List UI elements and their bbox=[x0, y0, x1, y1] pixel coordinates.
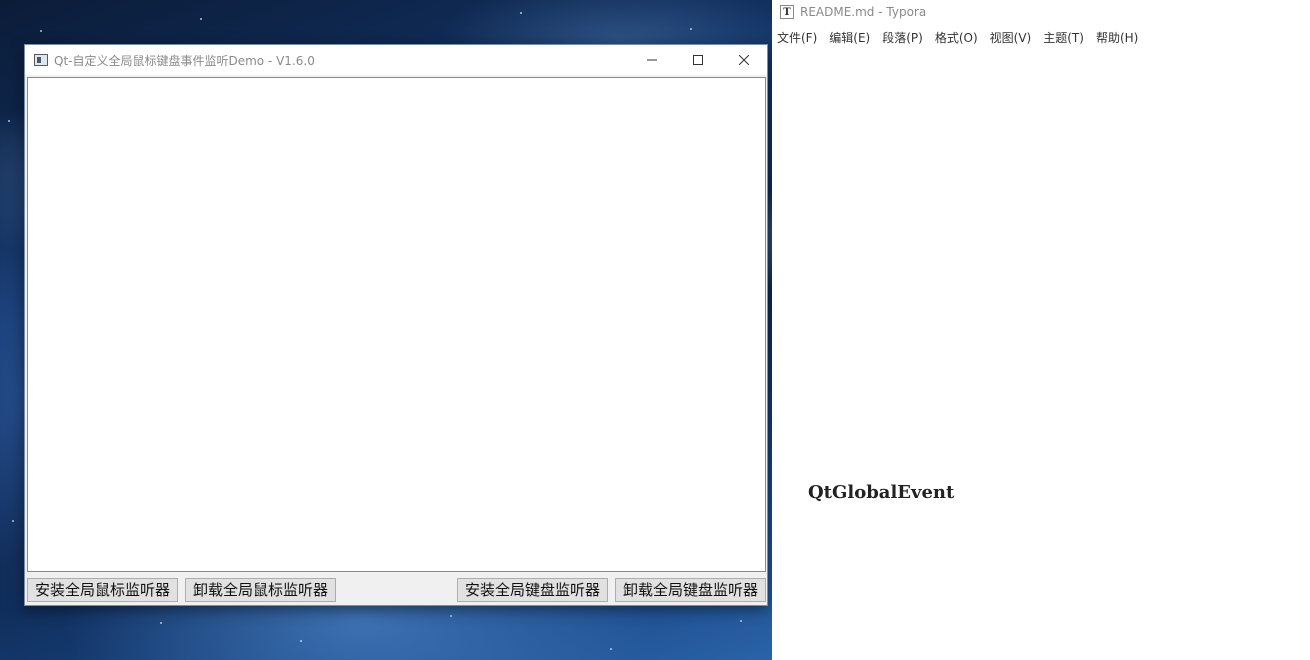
uninstall-keyboard-listener-button[interactable]: 卸载全局键盘监听器 bbox=[615, 578, 766, 602]
event-log-textarea[interactable] bbox=[27, 77, 766, 572]
qt-button-row: 安装全局鼠标监听器 卸载全局鼠标监听器 安装全局键盘监听器 卸载全局键盘监听器 bbox=[27, 578, 767, 604]
install-mouse-listener-button[interactable]: 安装全局鼠标监听器 bbox=[27, 578, 178, 602]
close-button[interactable] bbox=[721, 45, 767, 75]
typora-app-icon: T bbox=[780, 5, 794, 19]
uninstall-mouse-listener-button[interactable]: 卸载全局鼠标监听器 bbox=[185, 578, 336, 602]
typora-titlebar[interactable]: T README.md - Typora bbox=[772, 0, 1310, 24]
minimize-icon bbox=[647, 59, 657, 61]
qt-titlebar[interactable]: Qt-自定义全局鼠标键盘事件监听Demo - V1.6.0 bbox=[25, 45, 767, 75]
maximize-button[interactable] bbox=[675, 45, 721, 75]
document-heading[interactable]: QtGlobalEvent bbox=[808, 482, 954, 503]
menu-paragraph[interactable]: 段落(P) bbox=[882, 29, 923, 46]
menu-theme[interactable]: 主题(T) bbox=[1043, 29, 1084, 46]
typora-window-title: README.md - Typora bbox=[800, 5, 927, 19]
maximize-icon bbox=[693, 55, 703, 65]
install-keyboard-listener-button[interactable]: 安装全局键盘监听器 bbox=[457, 578, 608, 602]
typora-window: T README.md - Typora 文件(F) 编辑(E) 段落(P) 格… bbox=[772, 0, 1310, 660]
close-icon bbox=[739, 55, 749, 65]
typora-menubar: 文件(F) 编辑(E) 段落(P) 格式(O) 视图(V) 主题(T) 帮助(H… bbox=[777, 29, 1150, 46]
qt-window-title: Qt-自定义全局鼠标键盘事件监听Demo - V1.6.0 bbox=[54, 53, 315, 68]
minimize-button[interactable] bbox=[629, 45, 675, 75]
menu-file[interactable]: 文件(F) bbox=[777, 29, 817, 46]
menu-help[interactable]: 帮助(H) bbox=[1096, 29, 1138, 46]
menu-format[interactable]: 格式(O) bbox=[935, 29, 978, 46]
menu-view[interactable]: 视图(V) bbox=[990, 29, 1032, 46]
menu-edit[interactable]: 编辑(E) bbox=[829, 29, 870, 46]
qt-demo-window: Qt-自定义全局鼠标键盘事件监听Demo - V1.6.0 安装全局鼠标监听器 … bbox=[24, 44, 768, 606]
app-window-icon bbox=[34, 54, 48, 66]
